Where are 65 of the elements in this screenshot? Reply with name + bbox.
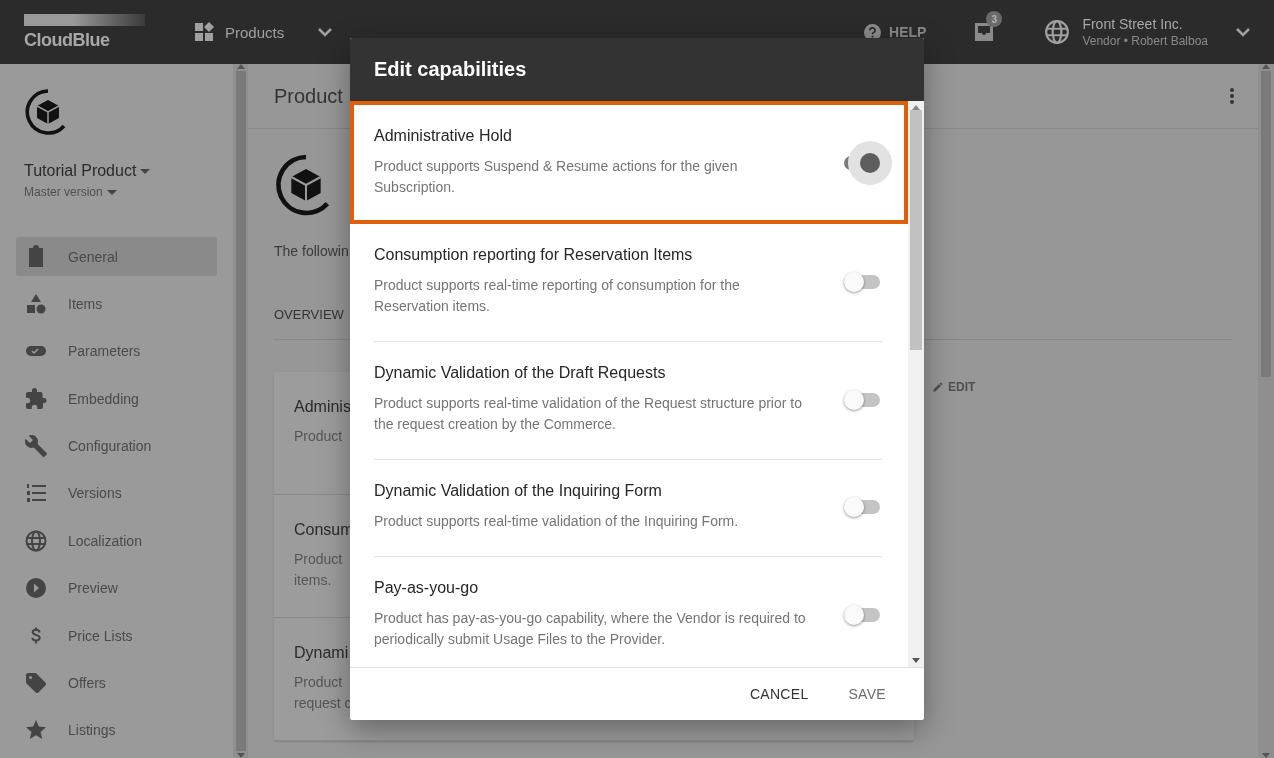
edit-button[interactable]: EDIT [932, 380, 976, 394]
capability-title: Administrative Hold [374, 127, 513, 145]
capability-title: Pay-as-you-go [374, 579, 480, 597]
capability-description: Product supports real-time validation of the Request structure prior to the request creation by the Commerce. [374, 394, 803, 434]
scroll-down-arrow[interactable] [912, 658, 920, 663]
inbox-icon[interactable] [974, 22, 995, 42]
puzzle-icon [24, 386, 48, 411]
sidebar-item[interactable]: Localization [16, 521, 217, 561]
capability-title: Consumption reporting for Reservation Items [374, 246, 694, 264]
scrollbar[interactable] [233, 64, 248, 758]
sidebar-item[interactable]: Configuration [16, 426, 217, 466]
products-menu-button[interactable]: Products [195, 22, 333, 42]
wrench-icon [24, 434, 48, 459]
capability-title: Dynamic Validation of the Draft Requests [374, 364, 667, 382]
toggle-switch[interactable] [844, 274, 880, 289]
capability-description: Product [294, 673, 343, 692]
product-selector[interactable]: Tutorial Product [24, 162, 217, 180]
sidebar-item[interactable]: Embedding [16, 379, 217, 419]
scroll-up-arrow[interactable] [912, 105, 920, 110]
scroll-up-arrow[interactable] [236, 64, 245, 69]
toggle-switch[interactable] [844, 607, 880, 622]
version-selector[interactable]: Master version [24, 185, 217, 199]
chevron-down-icon [318, 27, 333, 37]
globe-icon [24, 528, 48, 553]
pencil-icon [932, 381, 944, 393]
capability-description: Product supports real-time reporting of consumption for the Reservation items. [374, 276, 741, 316]
caret-icon [106, 189, 117, 195]
caret-icon [140, 168, 151, 174]
capability-description: Product supports real-time validation of the Inquiring Form. [374, 512, 740, 531]
capability-description: Product supports Suspend & Resume actions for the given Subscription. [374, 157, 739, 197]
scrollbar[interactable] [908, 101, 924, 667]
play-icon [24, 576, 48, 601]
toggle-switch[interactable] [844, 500, 880, 514]
sidebar-item[interactable]: Versions [16, 473, 217, 514]
sidebar-item[interactable]: General [16, 237, 217, 277]
notification-badge: 3 [986, 11, 1003, 27]
logo[interactable]: CloudBlue [24, 13, 145, 51]
cancel-button[interactable]: CANCEL [733, 678, 825, 710]
sidebar-item[interactable]: Price Lists [16, 615, 217, 656]
tag-icon [24, 670, 48, 695]
page-title: Product [274, 84, 343, 108]
sidebar-item[interactable]: Listings [16, 710, 217, 750]
sidebar-item[interactable]: Preview [16, 568, 217, 608]
overview-tab[interactable]: OVERVIEW [274, 307, 344, 322]
capability-description: Product has pay-as-you-go capability, where the Vendor is required to periodically submit Usage Files to the Provider. [374, 609, 807, 649]
intro-text: The followin [274, 243, 349, 259]
sidebar-item[interactable]: Parameters [16, 331, 217, 372]
scrollbar[interactable] [1258, 64, 1274, 758]
account-menu[interactable]: Front Street Inc. Vendor • Robert Balboa [1044, 16, 1250, 48]
capability-description: Product [294, 427, 343, 446]
chevron-down-icon [1236, 27, 1250, 37]
widgets-icon [195, 22, 215, 42]
scroll-up-arrow[interactable] [1262, 64, 1270, 69]
sidebar-item[interactable]: Offers [16, 663, 217, 703]
capability-description: items. [294, 571, 332, 590]
capability-description: Product [294, 550, 343, 569]
more-options-icon[interactable] [1230, 88, 1234, 104]
sidebar-item[interactable]: Items [16, 284, 217, 324]
save-button[interactable]: SAVE [832, 678, 902, 710]
capability-title: Adminis [294, 398, 351, 416]
capability-title: Dynami [294, 644, 349, 662]
dialog-title: Edit capabilities [374, 58, 527, 81]
globe-icon [1044, 19, 1071, 45]
toggle-switch[interactable] [844, 392, 880, 407]
capability-title: Dynamic Validation of the Inquiring Form [374, 482, 663, 500]
